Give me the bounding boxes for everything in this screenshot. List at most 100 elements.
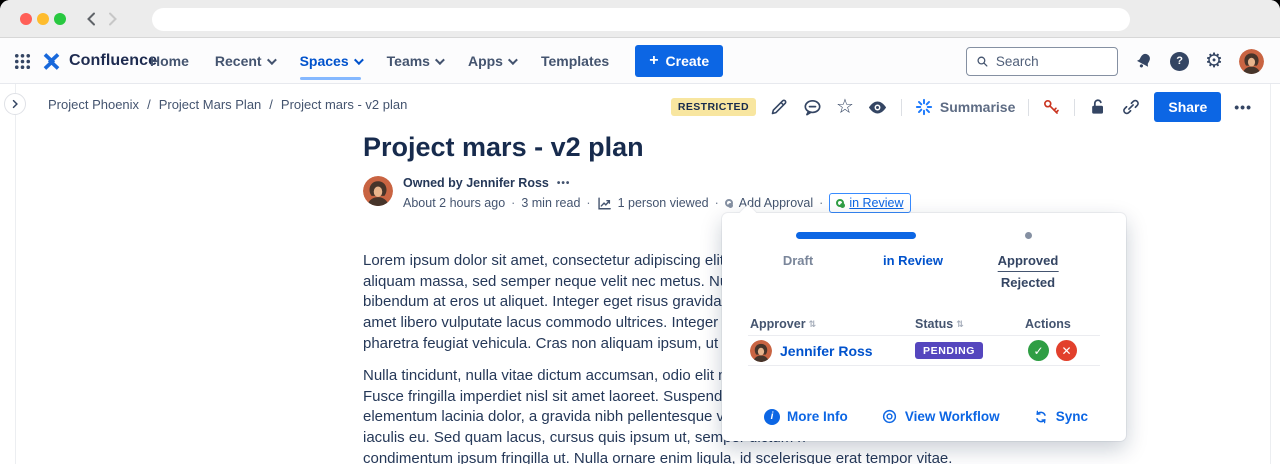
expand-sidebar-button[interactable] [4,93,26,115]
question-mark-icon: ? [1170,52,1189,71]
restricted-badge[interactable]: RESTRICTED [671,98,756,116]
back-chevron-icon [83,10,101,28]
step-approved-label[interactable]: Approved [998,253,1059,272]
chevron-down-icon [435,55,445,65]
browser-forward-button[interactable] [102,9,122,29]
sync-button[interactable]: Sync [1033,408,1088,425]
page-actions: RESTRICTED ☆ [671,92,1252,122]
viewed-count-label[interactable]: 1 person viewed [618,196,709,210]
more-actions-button[interactable]: ••• [1234,99,1252,115]
sync-icon [1033,409,1049,425]
profile-button[interactable] [1239,49,1264,74]
column-header-actions: Actions [1025,317,1071,331]
star-icon: ☆ [836,97,854,117]
gear-icon: ⚙ [1205,51,1223,71]
search-box[interactable] [966,47,1118,76]
workflow-status-label: in Review [849,196,903,210]
step-draft-label[interactable]: Draft [783,253,813,268]
close-window-button[interactable] [20,13,32,25]
reject-button[interactable]: ✕ [1056,340,1077,361]
table-divider [748,335,1100,336]
dot-separator: · [819,196,823,210]
cross-icon: ✕ [1061,344,1071,358]
column-header-approver[interactable]: Approver ⇅ [750,317,816,331]
view-workflow-button[interactable]: View Workflow [881,408,1000,425]
create-button[interactable]: + Create [635,45,723,77]
breadcrumb-item-current[interactable]: Project mars - v2 plan [281,97,407,112]
nav-item-home[interactable]: Home [150,38,189,84]
unlock-button[interactable] [1088,97,1108,117]
page-content: Project Phoenix / Project Mars Plan / Pr… [0,84,1280,464]
sort-icon: ⇅ [956,319,964,330]
check-icon: ✓ [1033,344,1043,358]
divider [1028,99,1029,116]
nav-item-spaces[interactable]: Spaces [300,38,361,84]
chevron-down-icon [267,55,277,65]
address-bar[interactable] [152,8,1130,31]
sparkle-icon [915,98,933,116]
copy-link-button[interactable] [1121,97,1141,117]
nav-item-templates[interactable]: Templates [541,38,609,84]
read-time-label: 3 min read [521,196,580,210]
grid-icon [14,53,31,70]
minimize-window-button[interactable] [37,13,49,25]
plus-icon: + [649,52,658,70]
chevron-down-icon [508,55,518,65]
more-info-button[interactable]: i More Info [764,408,848,425]
share-button[interactable]: Share [1154,92,1221,122]
workflow-progress-bar [796,232,916,239]
unlock-icon [1088,97,1108,117]
step-final-labels: Approved Rejected [998,253,1059,290]
step-rejected-label[interactable]: Rejected [998,272,1059,290]
breadcrumb-separator: / [147,97,151,112]
app-nav-bar: Confluence Home Recent Spaces Teams Apps… [0,38,1280,84]
byline-more-button[interactable]: ••• [557,178,571,189]
primary-nav: Home Recent Spaces Teams Apps Templates … [150,38,723,84]
comment-icon [802,97,823,118]
comments-button[interactable] [802,97,823,118]
analytics-chart-icon [597,196,612,211]
zoom-window-button[interactable] [54,13,66,25]
user-avatar [1239,49,1264,74]
browser-window: Confluence Home Recent Spaces Teams Apps… [0,0,1280,464]
column-header-status[interactable]: Status ⇅ [915,317,964,331]
nav-item-apps[interactable]: Apps [468,38,515,84]
key-icon [1042,98,1061,117]
breadcrumb-item-space[interactable]: Project Phoenix [48,97,139,112]
summarise-button[interactable]: Summarise [915,98,1015,116]
breadcrumb-item-parent[interactable]: Project Mars Plan [159,97,262,112]
search-input[interactable] [996,54,1108,69]
byline: Owned by Jennifer Ross ••• About 2 hours… [363,176,911,213]
workflow-popup: Draft in Review Approved Rejected Approv… [722,213,1126,441]
breadcrumb-separator: / [269,97,273,112]
author-avatar[interactable] [363,176,393,206]
approver-name-link[interactable]: Jennifer Ross [780,343,873,359]
browser-chrome [0,0,1280,38]
approve-button[interactable]: ✓ [1028,340,1049,361]
step-in-review-label[interactable]: in Review [883,253,943,268]
favourite-button[interactable]: ☆ [836,97,854,117]
forward-chevron-icon [103,10,121,28]
nav-item-recent[interactable]: Recent [215,38,274,84]
owned-by-label[interactable]: Owned by Jennifer Ross [403,176,549,190]
edit-button[interactable] [769,97,789,117]
table-divider [748,365,1100,366]
watch-button[interactable] [867,97,888,118]
api-key-button[interactable] [1042,98,1061,117]
approval-ring-icon [725,199,733,207]
nav-item-teams[interactable]: Teams [387,38,442,84]
workflow-status-chip[interactable]: in Review [829,193,910,213]
page-title: Project mars - v2 plan [363,132,644,163]
approver-avatar [750,340,772,362]
confluence-home-link[interactable]: Confluence [41,51,157,72]
status-badge: PENDING [915,342,983,359]
app-switcher-button[interactable] [14,53,31,70]
browser-back-button[interactable] [82,9,102,29]
notifications-button[interactable] [1134,51,1154,71]
help-button[interactable]: ? [1170,52,1189,71]
time-ago-label: About 2 hours ago [403,196,505,210]
screenshot-stage: Confluence Home Recent Spaces Teams Apps… [0,0,1280,464]
settings-button[interactable]: ⚙ [1205,51,1223,71]
search-icon [976,54,989,69]
product-wordmark: Confluence [69,52,157,70]
